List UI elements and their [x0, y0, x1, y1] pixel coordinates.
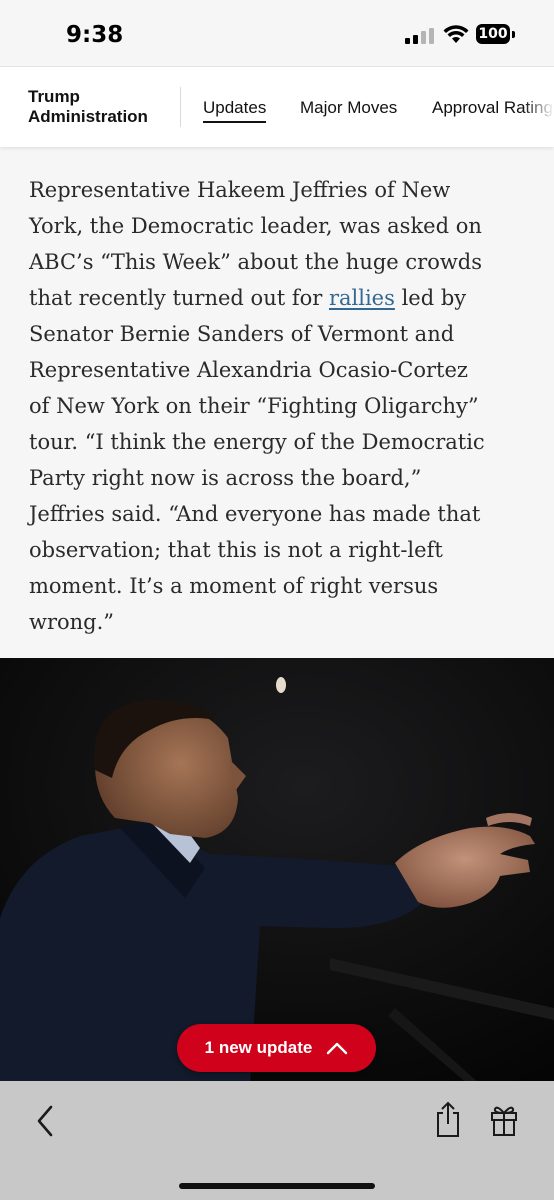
article-photo[interactable]	[0, 658, 554, 1084]
section-title[interactable]: Trump Administration	[28, 87, 148, 127]
chevron-up-icon	[327, 1042, 348, 1055]
article-line: ABC’s “This Week” about the huge crowds	[29, 250, 483, 274]
article-text: led by	[394, 286, 467, 310]
article-line: Representative Alexandria Ocasio-Cortez	[29, 358, 468, 382]
article-line: York, the Democratic leader, was asked o…	[29, 214, 482, 238]
home-indicator	[179, 1183, 375, 1189]
article-line: Jeffries said. “And everyone has made th…	[29, 502, 481, 526]
new-update-button[interactable]: 1 new update	[177, 1024, 376, 1072]
new-update-label: 1 new update	[204, 1038, 313, 1057]
article-line: of New York on their “Fighting Oligarchy…	[29, 394, 479, 418]
gift-icon[interactable]	[489, 1103, 519, 1137]
status-bar: 9:38 100	[0, 0, 554, 66]
article-line: Party right now is across the board,”	[29, 466, 422, 490]
article-line: Representative Hakeem Jeffries of New	[29, 178, 451, 202]
nav-divider	[180, 87, 181, 127]
battery-icon: 100	[476, 24, 518, 46]
tab-updates[interactable]: Updates	[203, 98, 267, 123]
status-time: 9:38	[66, 22, 124, 48]
article-line: moment. It’s a moment of right versus	[29, 574, 439, 598]
article-line: Senator Bernie Sanders of Vermont and	[29, 322, 455, 346]
rallies-link[interactable]: rallies	[329, 286, 395, 310]
browser-toolbar	[0, 1081, 554, 1200]
article-text: that recently turned out for	[29, 286, 329, 310]
signal-icon	[405, 28, 434, 44]
section-nav: Trump Administration Updates Major Moves…	[0, 66, 554, 147]
tab-major-moves[interactable]: Major Moves	[300, 98, 397, 118]
section-title-line2: Administration	[28, 107, 148, 126]
share-icon[interactable]	[434, 1101, 462, 1139]
article-line: tour. “I think the energy of the Democra…	[29, 430, 485, 454]
back-chevron-icon[interactable]	[34, 1104, 56, 1138]
wifi-icon	[443, 25, 469, 43]
battery-level: 100	[476, 24, 510, 44]
nav-fade	[524, 67, 554, 147]
speaker-photo-illustration	[0, 658, 554, 1084]
section-title-line1: Trump	[28, 87, 80, 106]
article-line: observation; that this is not a right-le…	[29, 538, 443, 562]
article-body: Representative Hakeem Jeffries of New Yo…	[29, 172, 529, 640]
article-line: wrong.”	[29, 610, 115, 634]
article-line: that recently turned out for rallies led…	[29, 280, 529, 316]
